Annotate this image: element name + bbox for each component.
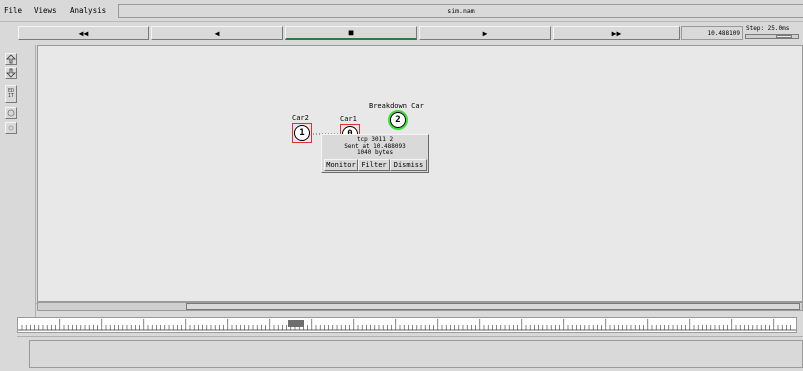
play-button[interactable]: ▶: [419, 26, 551, 40]
rewind-button[interactable]: ◀◀: [18, 26, 149, 40]
playback-toolbar: ◀◀ ◀ ■ ▶ ▶▶ 10.488109 Step: 25.0ms: [0, 22, 803, 45]
dismiss-button[interactable]: Dismiss: [390, 159, 427, 171]
packet-info-text: tcp 3011 2 Sent at 10.488093 1040 bytes: [322, 136, 428, 157]
packet-size: 1040 bytes: [356, 149, 394, 156]
monitor-button[interactable]: Monitor: [324, 159, 358, 171]
node-label-breakdown-car: Breakdown Car: [369, 102, 424, 110]
filter-button[interactable]: Filter: [358, 159, 390, 171]
menu-analysis[interactable]: Analysis: [70, 6, 106, 15]
annotation-panel: [17, 336, 803, 371]
network-canvas[interactable]: Car2 1 Car1 0 Breakdown Car 2: [37, 45, 803, 302]
node-label-car1: Car1: [340, 115, 357, 123]
node-breakdown-car[interactable]: 2: [390, 112, 406, 128]
fast-forward-button[interactable]: ▶▶: [553, 26, 680, 40]
step-label: Step: 25.0ms: [746, 25, 790, 32]
zoom-out-icon[interactable]: [5, 67, 17, 79]
node-tool-icon[interactable]: [5, 107, 17, 119]
horizontal-scrollbar-thumb[interactable]: [186, 303, 800, 310]
timeline-slider[interactable]: [17, 317, 797, 333]
stop-button[interactable]: ■: [285, 26, 417, 40]
tool-panel: ED IT: [0, 45, 36, 320]
zoom-in-icon[interactable]: [5, 53, 17, 65]
window-title: sim.nam: [118, 4, 803, 18]
packet-info-popup: tcp 3011 2 Sent at 10.488093 1040 bytes …: [321, 134, 429, 173]
node-label-car2: Car2: [292, 114, 309, 122]
menu-bar: File Views Analysis sim.nam: [0, 0, 803, 22]
link-tool-icon[interactable]: [5, 122, 17, 134]
step-slider[interactable]: [745, 34, 799, 39]
step-slider-thumb[interactable]: [776, 35, 792, 38]
time-display: 10.488109: [681, 26, 743, 40]
edit-tool[interactable]: ED IT: [5, 85, 17, 103]
menu-views[interactable]: Views: [34, 6, 57, 15]
node-car2[interactable]: 1: [294, 125, 310, 141]
step-back-button[interactable]: ◀: [151, 26, 283, 40]
timeline-position-marker[interactable]: [288, 320, 304, 327]
menu-file[interactable]: File: [4, 6, 22, 15]
annotation-list[interactable]: [29, 340, 803, 368]
timeline-ticks: [18, 319, 796, 331]
horizontal-scrollbar[interactable]: [37, 302, 803, 311]
step-control: Step: 25.0ms: [743, 24, 801, 42]
